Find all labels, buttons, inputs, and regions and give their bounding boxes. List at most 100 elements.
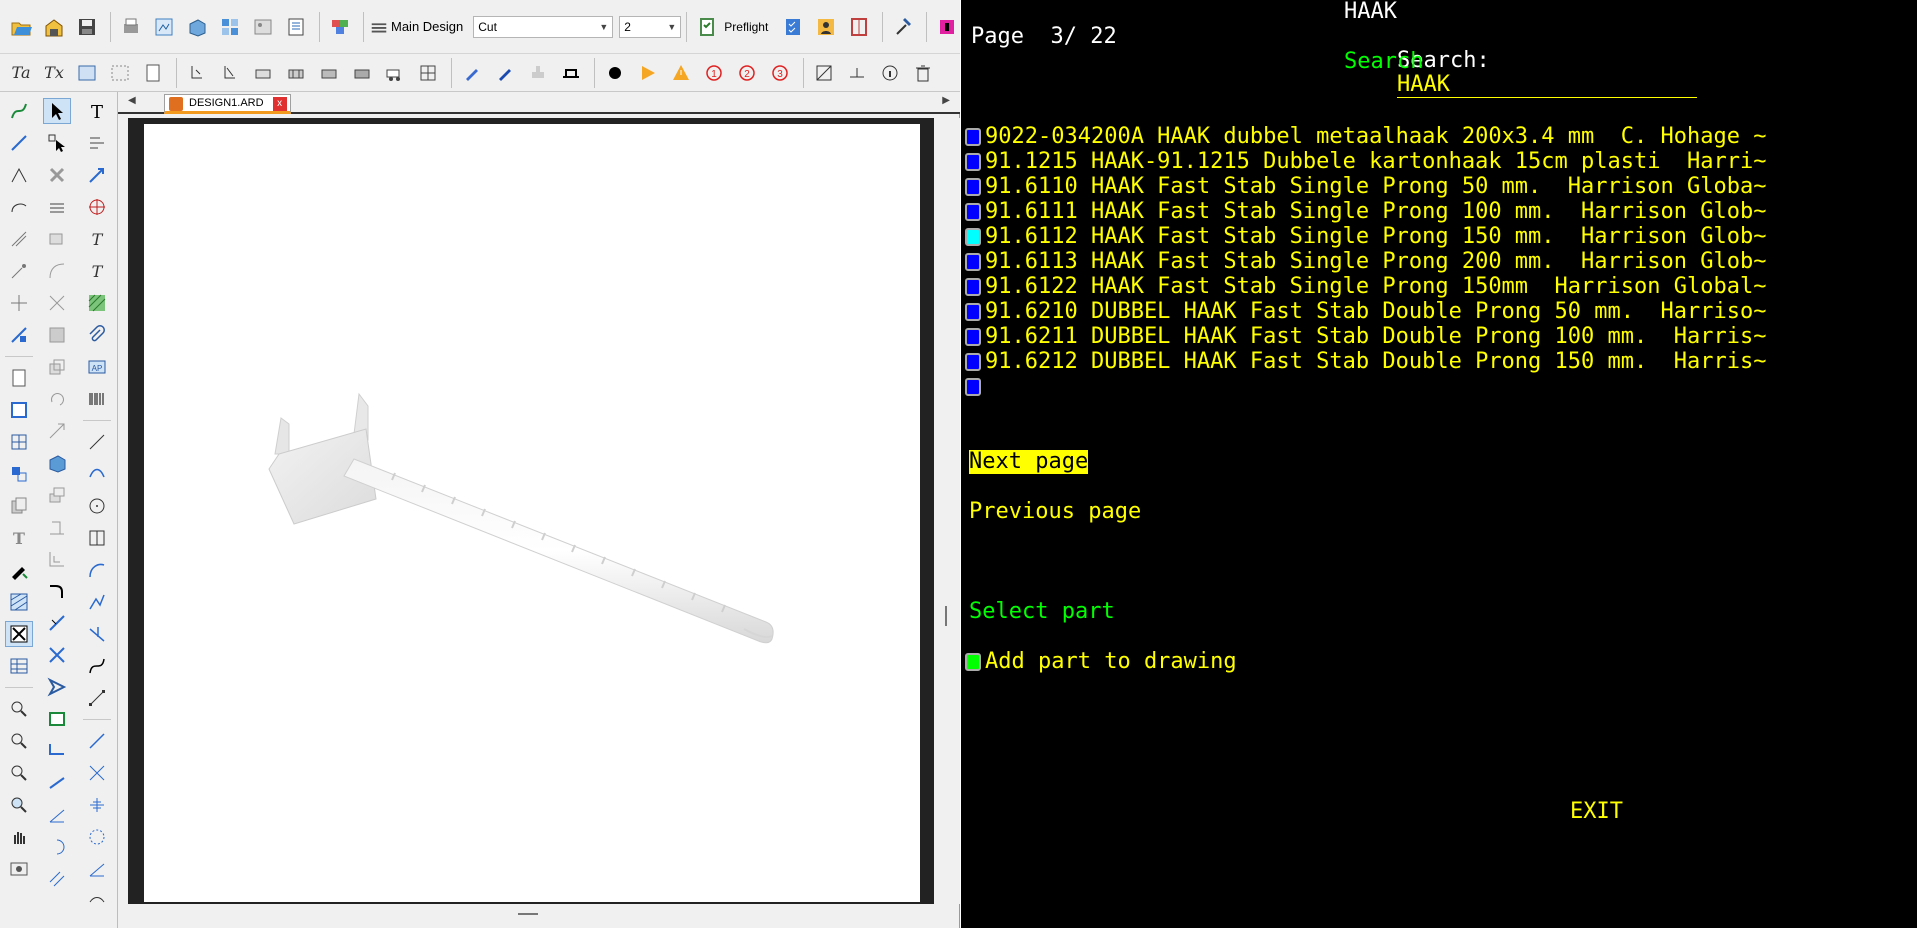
drawing-canvas[interactable]: [128, 118, 934, 904]
number-one-icon[interactable]: 1: [699, 58, 729, 88]
cross-tool-icon[interactable]: [5, 621, 33, 647]
draw-line-icon[interactable]: [83, 429, 111, 455]
report-icon[interactable]: [281, 12, 311, 42]
exit-button[interactable]: EXIT: [1570, 800, 1623, 824]
tab-design1[interactable]: DESIGN1.ARD x: [164, 94, 291, 114]
select-arrow-icon[interactable]: [43, 98, 71, 124]
truck-icon[interactable]: [380, 58, 410, 88]
eye-view-icon[interactable]: [5, 856, 33, 882]
text-tool-b-button[interactable]: Tx: [39, 58, 69, 88]
previous-page-button[interactable]: Previous page: [969, 500, 1141, 524]
draw-tangent-icon[interactable]: [83, 621, 111, 647]
print-icon[interactable]: [116, 12, 146, 42]
rule-angle-icon[interactable]: [215, 58, 245, 88]
part-marker[interactable]: [965, 153, 981, 171]
save-icon[interactable]: [72, 12, 102, 42]
fillet-tool-icon[interactable]: [43, 578, 71, 604]
arc-measure-icon[interactable]: [43, 834, 71, 860]
zoom-fit-icon[interactable]: [5, 792, 33, 818]
layer-copy-icon[interactable]: [43, 354, 71, 380]
preflight-button[interactable]: Preflight: [724, 20, 768, 34]
add-part-checkbox[interactable]: [965, 653, 981, 671]
part-label[interactable]: 9022-034200A HAAK dubbel metaalhaak 200x…: [985, 125, 1766, 149]
offset-tool-icon[interactable]: [5, 226, 33, 252]
circle-icon[interactable]: [600, 58, 630, 88]
grid-icon[interactable]: [413, 58, 443, 88]
snap-grid-icon[interactable]: [83, 792, 111, 818]
layout-icon[interactable]: [215, 12, 245, 42]
warning-icon[interactable]: [666, 58, 696, 88]
text-block-icon[interactable]: T: [83, 226, 111, 252]
zoom-in-icon[interactable]: [5, 696, 33, 722]
rule-down-icon[interactable]: [182, 58, 212, 88]
draw-circle-icon[interactable]: [83, 493, 111, 519]
text-style-tool-icon[interactable]: T: [5, 525, 33, 551]
part-marker[interactable]: [965, 278, 981, 296]
text-tool-icon[interactable]: T: [83, 98, 111, 124]
stack2-tool-icon[interactable]: [43, 482, 71, 508]
scale-tool-icon[interactable]: [43, 418, 71, 444]
checklist-icon[interactable]: [778, 12, 808, 42]
panel-icon[interactable]: [844, 12, 874, 42]
part-label[interactable]: 91.6110 HAAK Fast Stab Single Prong 50 m…: [985, 175, 1766, 199]
bridge-icon[interactable]: [248, 58, 278, 88]
ap-label-icon[interactable]: AP: [83, 354, 111, 380]
move-tool-icon[interactable]: [5, 290, 33, 316]
pan-hand-icon[interactable]: [5, 824, 33, 850]
part-marker[interactable]: [965, 303, 981, 321]
next-page-button[interactable]: Next page: [969, 450, 1089, 474]
draw-dimension-icon[interactable]: [83, 685, 111, 711]
text-tool-a-button[interactable]: Ta: [6, 58, 36, 88]
number-two-icon[interactable]: 2: [732, 58, 762, 88]
number-three-icon[interactable]: 3: [765, 58, 795, 88]
scissors-tool-icon[interactable]: [43, 290, 71, 316]
part-marker-selected[interactable]: [965, 228, 981, 246]
bridge-tool-icon[interactable]: [556, 58, 586, 88]
part-label[interactable]: 91.6210 DUBBEL HAAK Fast Stab Double Pro…: [985, 300, 1766, 324]
vertical-scrollbar[interactable]: [934, 118, 960, 904]
part-marker[interactable]: [965, 253, 981, 271]
table-tool-icon[interactable]: [5, 653, 33, 679]
part-marker[interactable]: [965, 128, 981, 146]
snap-circle-icon[interactable]: [83, 824, 111, 850]
line-tool-icon[interactable]: [5, 130, 33, 156]
zoom-window-icon[interactable]: [5, 760, 33, 786]
snap-curve-icon[interactable]: [83, 888, 111, 914]
open-database-icon[interactable]: [39, 12, 69, 42]
bridge3-icon[interactable]: [314, 58, 344, 88]
arrow-line-icon[interactable]: [83, 162, 111, 188]
part-marker[interactable]: [965, 353, 981, 371]
barcode-icon[interactable]: [83, 386, 111, 412]
block-tool-icon[interactable]: [43, 322, 71, 348]
add-part-label[interactable]: Add part to drawing: [985, 650, 1237, 674]
search-button[interactable]: Search: [1344, 50, 1423, 74]
page-icon[interactable]: [138, 58, 168, 88]
extend-tool-icon[interactable]: [5, 258, 33, 284]
nest-tool-icon[interactable]: [5, 461, 33, 487]
align-tool-icon[interactable]: [43, 514, 71, 540]
info-icon[interactable]: [875, 58, 905, 88]
vertical-scroll-thumb[interactable]: [945, 606, 947, 626]
rotate-tool-icon[interactable]: [43, 386, 71, 412]
arc-tool-icon[interactable]: [43, 258, 71, 284]
slope-tool-icon[interactable]: [43, 770, 71, 796]
layers-icon[interactable]: [325, 12, 355, 42]
trash-icon[interactable]: [908, 58, 938, 88]
pen-icon[interactable]: [457, 58, 487, 88]
draw-polyline-icon[interactable]: [83, 589, 111, 615]
part-marker[interactable]: [965, 203, 981, 221]
part-marker[interactable]: [965, 328, 981, 346]
spline-tool-icon[interactable]: [5, 98, 33, 124]
drawing-sheet[interactable]: [144, 124, 920, 902]
horizontal-scrollbar[interactable]: [128, 904, 934, 924]
align-left-icon[interactable]: [83, 130, 111, 156]
pattern-tool-icon[interactable]: [83, 290, 111, 316]
frame-icon[interactable]: [105, 58, 135, 88]
stamp-icon[interactable]: [523, 58, 553, 88]
preflight-icon[interactable]: [692, 12, 722, 42]
rectangle-tool-icon[interactable]: [5, 397, 33, 423]
target-tool-icon[interactable]: [83, 194, 111, 220]
select-group-icon[interactable]: [43, 130, 71, 156]
tab-scroll-left-icon[interactable]: ◀: [128, 95, 136, 106]
angle-measure-icon[interactable]: [43, 802, 71, 828]
